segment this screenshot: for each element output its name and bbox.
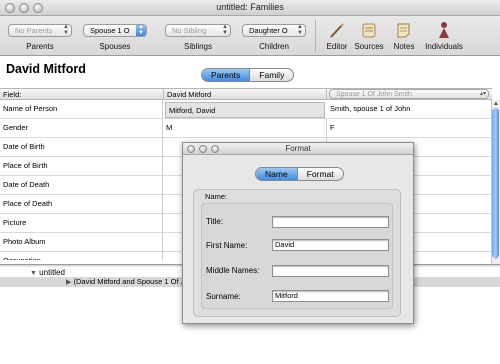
table-header: Field: David Mitford Spouse 1 Of John Sm…	[0, 88, 492, 100]
scroll-icon	[362, 23, 376, 38]
notes-label: Notes	[393, 42, 415, 51]
first-name-label: First Name:	[206, 241, 248, 250]
format-window-title: Format	[285, 144, 311, 153]
tab-family[interactable]: Family	[249, 69, 293, 81]
individuals-button[interactable]: Individuals	[420, 19, 468, 55]
column-header-value[interactable]: David Mitford	[164, 89, 327, 100]
person-name-heading: David Mitford	[6, 62, 86, 76]
parents-label: Parents	[26, 42, 54, 51]
notes-button[interactable]: Notes	[389, 19, 419, 55]
title-field[interactable]	[272, 216, 389, 228]
spouses-popup-value: Spouse 1 O	[90, 26, 130, 35]
field-label: Name of Person	[0, 100, 163, 118]
field-label: Photo Album	[0, 233, 163, 251]
disclosure-open-icon[interactable]: ▼	[30, 270, 37, 277]
editor-button[interactable]: Editor	[321, 19, 353, 55]
disclosure-closed-icon[interactable]: ▶	[66, 279, 71, 286]
person-icon	[439, 22, 449, 38]
first-name-field[interactable]: David	[272, 239, 389, 251]
sources-label: Sources	[354, 42, 384, 51]
popup-arrows-icon: ▲ ▼	[136, 25, 146, 36]
field-label: Picture	[0, 214, 163, 232]
field-label: Occupation	[0, 252, 163, 260]
popup-arrows-icon: ▴▾	[479, 91, 486, 97]
main-tab-control: Parents Family	[201, 68, 295, 82]
editor-label: Editor	[326, 42, 348, 51]
field-label: Place of Death	[0, 195, 163, 213]
popup-arrows-icon: ▲ ▼	[222, 24, 228, 36]
sources-button[interactable]: Sources	[352, 19, 386, 55]
title-label: Title:	[206, 217, 224, 226]
tab-parents[interactable]: Parents	[202, 69, 250, 81]
middle-names-label: Middle Names:	[206, 266, 260, 275]
table-scrollbar-thumb[interactable]	[492, 108, 499, 258]
children-label: Children	[259, 42, 289, 51]
compare-person-value: Spouse 1 Of John Smith	[336, 91, 412, 98]
siblings-popup[interactable]: No Sibling ▲ ▼	[165, 24, 231, 37]
pen-icon	[330, 23, 344, 38]
tab-name[interactable]: Name	[256, 168, 297, 180]
format-tab-control: Name Format	[255, 167, 344, 181]
scroll-up-arrow-icon[interactable]: ▲	[493, 101, 499, 107]
table-row[interactable]: Gender M F	[0, 119, 492, 138]
parents-popup-value: No Parents	[15, 26, 53, 35]
surname-field[interactable]: Mitford	[272, 290, 389, 302]
individuals-label: Individuals	[425, 42, 463, 51]
children-popup-value: Daughter O	[249, 26, 288, 35]
popup-arrows-icon: ▲ ▼	[63, 24, 69, 36]
parents-popup[interactable]: No Parents ▲ ▼	[8, 24, 72, 37]
siblings-popup-value: No Sibling	[172, 26, 207, 35]
compare-value: Smith, spouse 1 of John	[330, 104, 411, 113]
format-window-titlebar[interactable]: Format	[183, 143, 413, 155]
siblings-label: Siblings	[183, 42, 212, 51]
name-group-label: Name:	[205, 192, 228, 201]
popup-arrows-icon: ▲ ▼	[297, 24, 303, 36]
field-label: Gender	[0, 119, 163, 137]
tab-format[interactable]: Format	[296, 168, 343, 180]
toolbar-separator	[315, 20, 316, 52]
compare-person-popup[interactable]: Spouse 1 Of John Smith ▴▾	[329, 89, 489, 99]
format-window: Format Name Format Name: Title: First Na…	[182, 142, 414, 324]
field-label: Date of Death	[0, 176, 163, 194]
field-value: M	[163, 119, 327, 137]
field-label: Place of Birth	[0, 157, 163, 175]
field-label: Date of Birth	[0, 138, 163, 156]
surname-label: Surname:	[206, 292, 241, 301]
outline-root-label: untitled	[39, 268, 65, 277]
middle-names-field[interactable]	[272, 265, 389, 277]
window-titlebar: untitled: Families	[0, 0, 500, 16]
spouses-label: Spouses	[99, 42, 131, 51]
column-header-field[interactable]: Field:	[0, 89, 164, 100]
table-row[interactable]: Name of Person Mitford, David Smith, spo…	[0, 100, 492, 119]
compare-value: F	[330, 123, 335, 132]
children-popup[interactable]: Daughter O ▲ ▼	[242, 24, 306, 37]
outline-root-row[interactable]: ▼ untitled	[30, 268, 65, 277]
note-icon	[397, 23, 410, 38]
window-title: untitled: Families	[216, 2, 284, 12]
toolbar: No Parents ▲ ▼ Parents Spouse 1 O ▲ ▼ Spou…	[0, 16, 500, 56]
spouses-popup[interactable]: Spouse 1 O ▲ ▼	[83, 24, 147, 37]
value-edit-field[interactable]: Mitford, David	[165, 102, 325, 118]
